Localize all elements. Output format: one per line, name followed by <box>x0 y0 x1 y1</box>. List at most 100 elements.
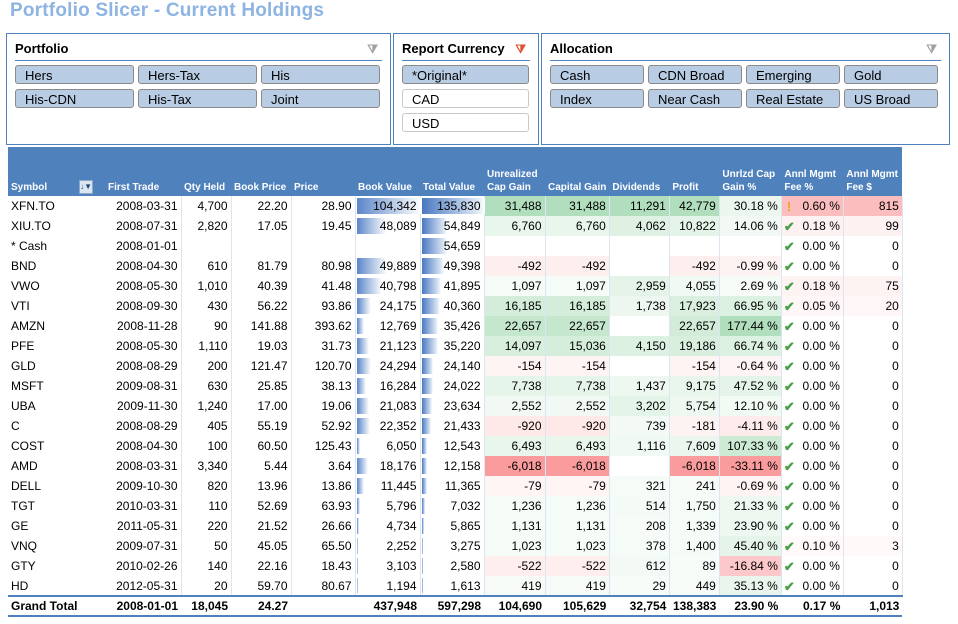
cell-value: -181 <box>691 419 716 433</box>
slicer-item-cash[interactable]: Cash <box>550 65 644 84</box>
cell-value: 100 <box>207 439 228 453</box>
cell-symbol[interactable]: HD <box>8 576 105 596</box>
cell-price: 13.86 <box>291 476 356 496</box>
column-header-dividends[interactable]: Dividends <box>609 149 670 196</box>
cell-value: 1,236 <box>511 499 542 513</box>
cell-symbol[interactable]: AMD <box>8 456 105 476</box>
cell-symbol[interactable]: XIU.TO <box>8 216 105 236</box>
book-value-data-bar <box>356 558 359 574</box>
cell-value: -4.11 % <box>737 419 778 433</box>
cell-unrl-gain: 1,097 <box>484 276 546 296</box>
cell-profit: 1,400 <box>669 536 720 556</box>
slicer-item-gold[interactable]: Gold <box>844 65 938 84</box>
slicer-item-cad[interactable]: CAD <box>402 89 529 108</box>
cell-price: 52.92 <box>291 416 356 436</box>
cell-value: 820 <box>207 479 228 493</box>
slicer-item-hers[interactable]: Hers <box>15 65 134 84</box>
slicer-item-us-broad[interactable]: US Broad <box>844 89 938 108</box>
column-header-profit[interactable]: Profit <box>669 149 720 196</box>
column-header-first-trade[interactable]: First Trade <box>105 149 181 196</box>
cell-symbol[interactable]: C <box>8 416 105 436</box>
table-row: DELL 2009-10-30 820 13.96 13.86 11,445 11,365 -… <box>8 476 903 496</box>
slicer-item-joint[interactable]: Joint <box>261 89 380 108</box>
slicer-item-real-estate[interactable]: Real Estate <box>746 89 840 108</box>
slicer-item-his-cdn[interactable]: His-CDN <box>15 89 134 108</box>
slicer-item-original[interactable]: *Original* <box>402 65 529 84</box>
allocation-slicer-header: Allocation ⧩ <box>550 38 941 61</box>
cell-fee-amt: 0 <box>843 376 903 396</box>
cell-value: 12.10 % <box>733 399 778 413</box>
cell-symbol[interactable]: GE <box>8 516 105 536</box>
cell-value: 41.48 <box>321 279 352 293</box>
cell-fee-pct: ✔ 0.00 % <box>781 376 844 396</box>
slicer-item-usd[interactable]: USD <box>402 113 529 132</box>
filter-clear-active-icon[interactable]: ⧩ <box>515 38 526 60</box>
cell-symbol[interactable]: BND <box>8 256 105 276</box>
cell-symbol[interactable]: AMZN <box>8 316 105 336</box>
book-value-data-bar <box>356 338 370 354</box>
column-header-fee-pct[interactable]: Annl Mgmt Fee % <box>781 149 844 196</box>
slicer-item-near-cash[interactable]: Near Cash <box>648 89 742 108</box>
cell-price: 63.93 <box>291 496 356 516</box>
cell-symbol[interactable]: VWO <box>8 276 105 296</box>
cell-price: 26.66 <box>291 516 356 536</box>
cell-profit: 7,609 <box>669 436 720 456</box>
column-header-fee-amt[interactable]: Annl Mgmt Fee $ <box>843 149 903 196</box>
cell-value: 121.47 <box>250 359 288 373</box>
cell-book-price: 19.03 <box>231 336 292 356</box>
cell-value: 0 <box>892 439 899 453</box>
cell-dividends <box>609 236 670 256</box>
column-header-total-value[interactable]: Total Value <box>420 149 484 196</box>
cell-value: 19.45 <box>321 219 352 233</box>
cell-value: 2009-11-30 <box>117 399 178 413</box>
cell-total-value: 49,398 <box>420 256 485 276</box>
column-header-book-value[interactable]: Book Value <box>355 149 420 196</box>
cell-symbol[interactable]: PFE <box>8 336 105 356</box>
slicer-item-his[interactable]: His <box>261 65 380 84</box>
cell-value: 1,400 <box>685 539 716 553</box>
cell-value: 2008-03-31 <box>116 459 178 473</box>
column-header-unrl-pct[interactable]: Unrlzd Cap Gain % <box>719 149 782 196</box>
slicer-item-emerging[interactable]: Emerging <box>746 65 840 84</box>
cell-symbol[interactable]: MSFT <box>8 376 105 396</box>
cell-symbol[interactable]: COST <box>8 436 105 456</box>
cell-symbol[interactable]: XFN.TO <box>8 196 105 216</box>
column-header-unrl-gain[interactable]: Unrealized Cap Gain <box>484 149 545 196</box>
column-header-symbol[interactable]: Symbol ↓▼ <box>8 149 105 196</box>
cell-symbol[interactable]: VTI <box>8 296 105 316</box>
cell-symbol[interactable]: GTY <box>8 556 105 576</box>
cell-symbol[interactable]: DELL <box>8 476 105 496</box>
cell-book-price: 60.50 <box>231 436 292 456</box>
column-header-line1: Annl Mgmt <box>846 169 899 180</box>
cell-symbol[interactable]: * Cash <box>8 236 105 256</box>
column-header-line2: Gain % <box>722 182 757 193</box>
filter-clear-icon[interactable]: ⧩ <box>926 38 937 60</box>
cell-symbol[interactable]: VNQ <box>8 536 105 556</box>
cell-symbol[interactable]: GLD <box>8 356 105 376</box>
cell-value: 40,360 <box>443 299 481 313</box>
column-header-price[interactable]: Price <box>291 149 355 196</box>
total-value-data-bar <box>421 478 427 494</box>
column-header-book-price[interactable]: Book Price <box>231 149 291 196</box>
sort-filter-icon[interactable]: ↓▼ <box>79 180 94 194</box>
cell-value: 63.93 <box>321 499 352 513</box>
cell-total-value: 41,895 <box>420 276 485 296</box>
slicer-item-index[interactable]: Index <box>550 89 644 108</box>
cell-value: 4,062 <box>635 219 666 233</box>
cell-price: 393.62 <box>291 316 356 336</box>
column-header-cap-gain[interactable]: Capital Gain <box>545 149 610 196</box>
cell-first-trade: 2008-04-30 <box>105 436 182 456</box>
column-header-qty[interactable]: Qty Held <box>181 149 231 196</box>
book-value-data-bar <box>356 418 371 434</box>
cell-symbol[interactable]: TGT <box>8 496 105 516</box>
slicer-item-his-tax[interactable]: His-Tax <box>138 89 257 108</box>
filter-clear-icon[interactable]: ⧩ <box>367 38 378 60</box>
slicer-item-cdn-broad[interactable]: CDN Broad <box>648 65 742 84</box>
slicer-item-hers-tax[interactable]: Hers-Tax <box>138 65 257 84</box>
cell-qty: 20 <box>181 576 232 596</box>
cell-symbol[interactable]: UBA <box>8 396 105 416</box>
cell-profit: 9,175 <box>669 376 720 396</box>
cell-book-value: 21,083 <box>355 396 421 416</box>
total-qty: 18,045 <box>181 595 231 617</box>
cell-value: 90 <box>214 319 228 333</box>
